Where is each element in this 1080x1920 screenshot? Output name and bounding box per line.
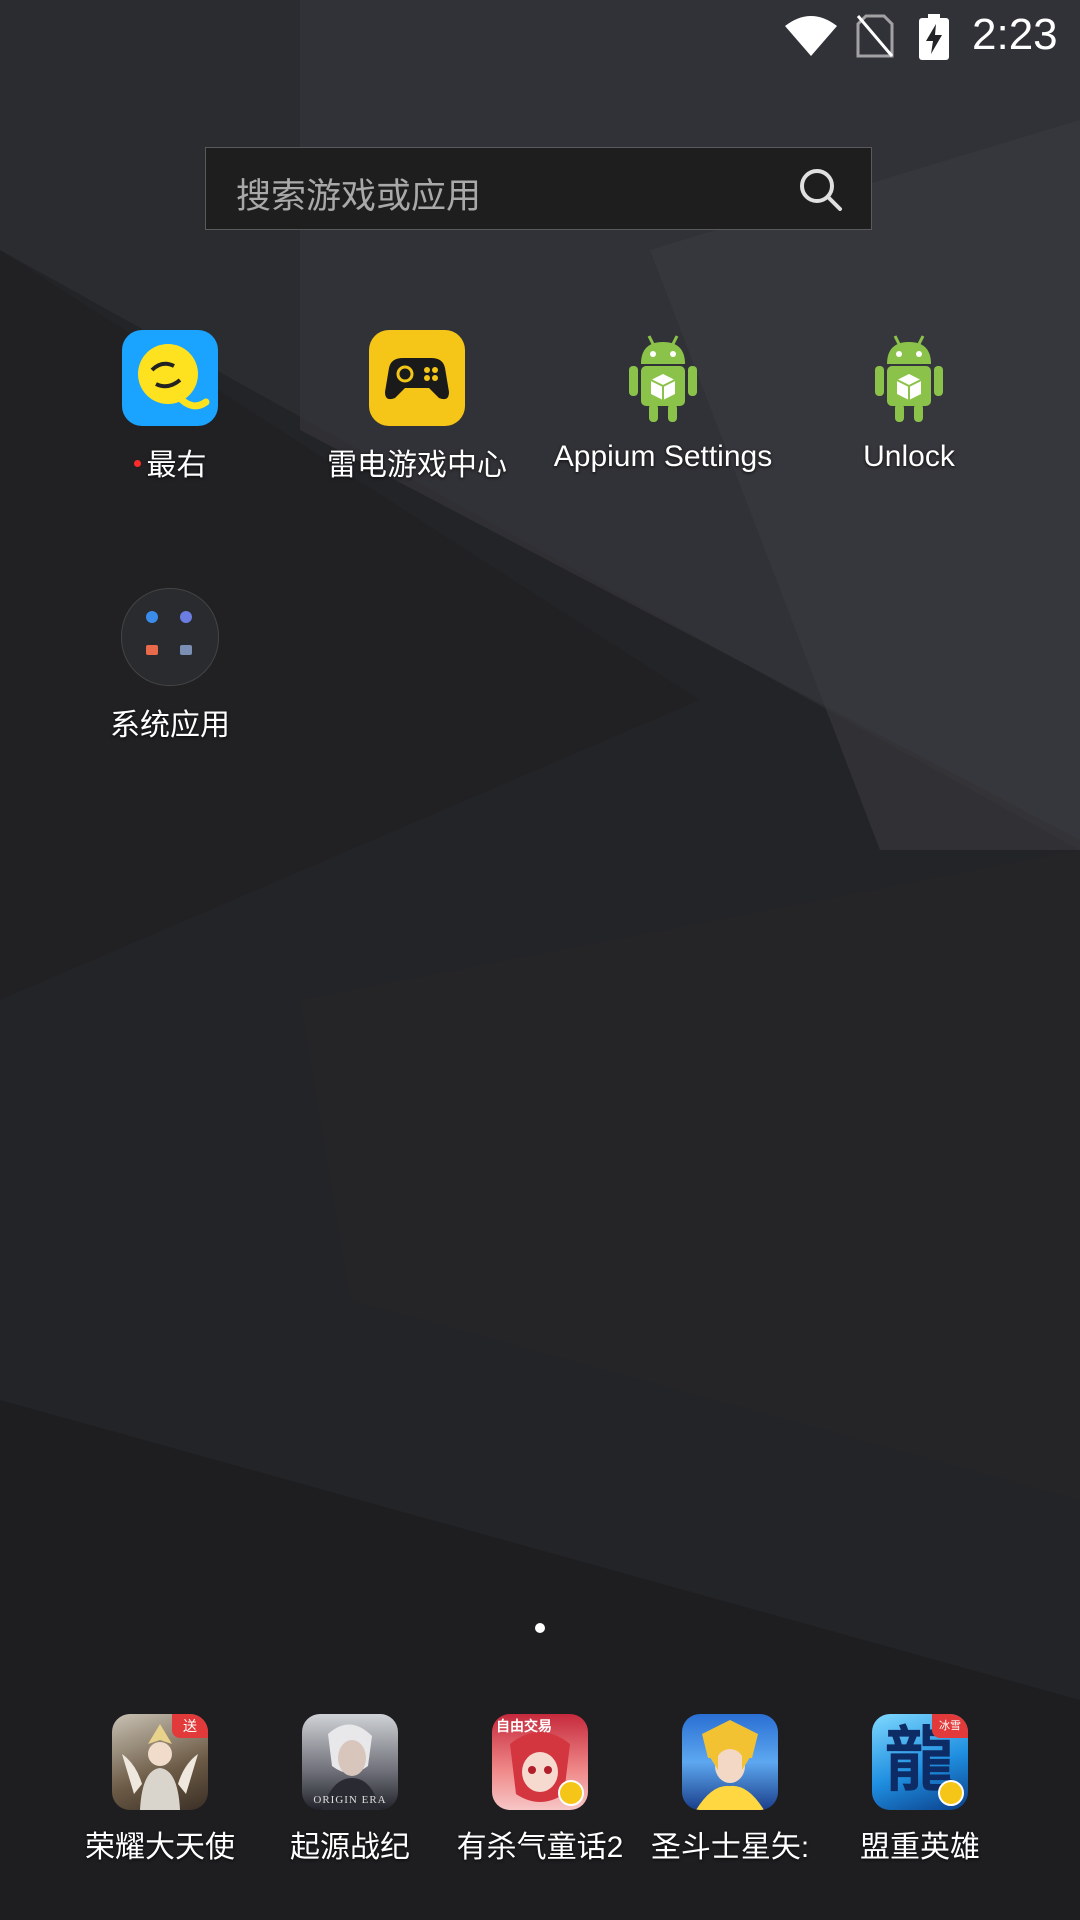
app-label: 系统应用 [110,709,230,742]
icon-text: ORIGIN ERA [313,1794,387,1806]
status-bar: 2:23 [0,0,1080,75]
page-indicator [535,1623,545,1633]
clock: 2:23 [972,10,1058,59]
dock-app-dragon[interactable]: 龍 冰雪 盟重英雄 [825,1714,1015,1866]
app-leidian-game-center[interactable]: 雷电游戏中心 [302,330,532,484]
search-placeholder: 搜索游戏或应用 [236,177,482,216]
dock-label: 圣斗士星矢: [650,1831,810,1864]
game-fairytale-icon: 自由交易 [492,1714,588,1810]
folder-icon [121,588,219,686]
app-zuiyou[interactable]: 最右 [55,330,285,484]
app-label: Unlock [863,440,955,473]
dock-label: 起源战纪 [290,1831,410,1864]
gamepad-icon [369,330,465,426]
icon-text: 自由交易 [496,1718,552,1734]
app-unlock[interactable]: Unlock [794,330,1024,474]
platform-badge [938,1780,964,1806]
game-angel-icon: 送 [112,1714,208,1810]
notification-dot [133,459,141,467]
battery-charging-icon [919,14,949,60]
dock-app-saint-seiya[interactable]: 圣斗士星矢: [635,1714,825,1866]
platform-badge [558,1780,584,1806]
game-saint-seiya-icon [682,1714,778,1810]
search-icon[interactable] [797,166,843,212]
app-label: Appium Settings [553,440,773,473]
game-dragon-icon: 龍 冰雪 [872,1714,968,1810]
dock-app-origin-era[interactable]: ORIGIN ERA 起源战纪 [255,1714,445,1866]
badge: 冰雪 [932,1714,968,1738]
search-bar[interactable]: 搜索游戏或应用 [205,147,872,230]
dock-label: 盟重英雄 [860,1831,980,1864]
app-appium-settings[interactable]: Appium Settings [548,330,778,474]
folder-system-apps[interactable]: 系统应用 [55,588,285,744]
dock-app-angel[interactable]: 送 荣耀大天使 [65,1714,255,1866]
badge: 送 [172,1714,208,1738]
dock-label: 荣耀大天使 [85,1831,235,1864]
dock-app-fairytale[interactable]: 自由交易 有杀气童话2 [445,1714,635,1866]
android-icon [861,330,957,426]
no-sim-icon [856,14,894,58]
wifi-icon [785,16,837,56]
app-label: 最右 [55,440,285,484]
game-origin-era-icon: ORIGIN ERA [302,1714,398,1810]
zuiyou-icon [122,330,218,426]
dock-label: 有杀气童话2 [456,1831,624,1864]
android-icon [615,330,711,426]
app-label: 雷电游戏中心 [327,449,507,482]
